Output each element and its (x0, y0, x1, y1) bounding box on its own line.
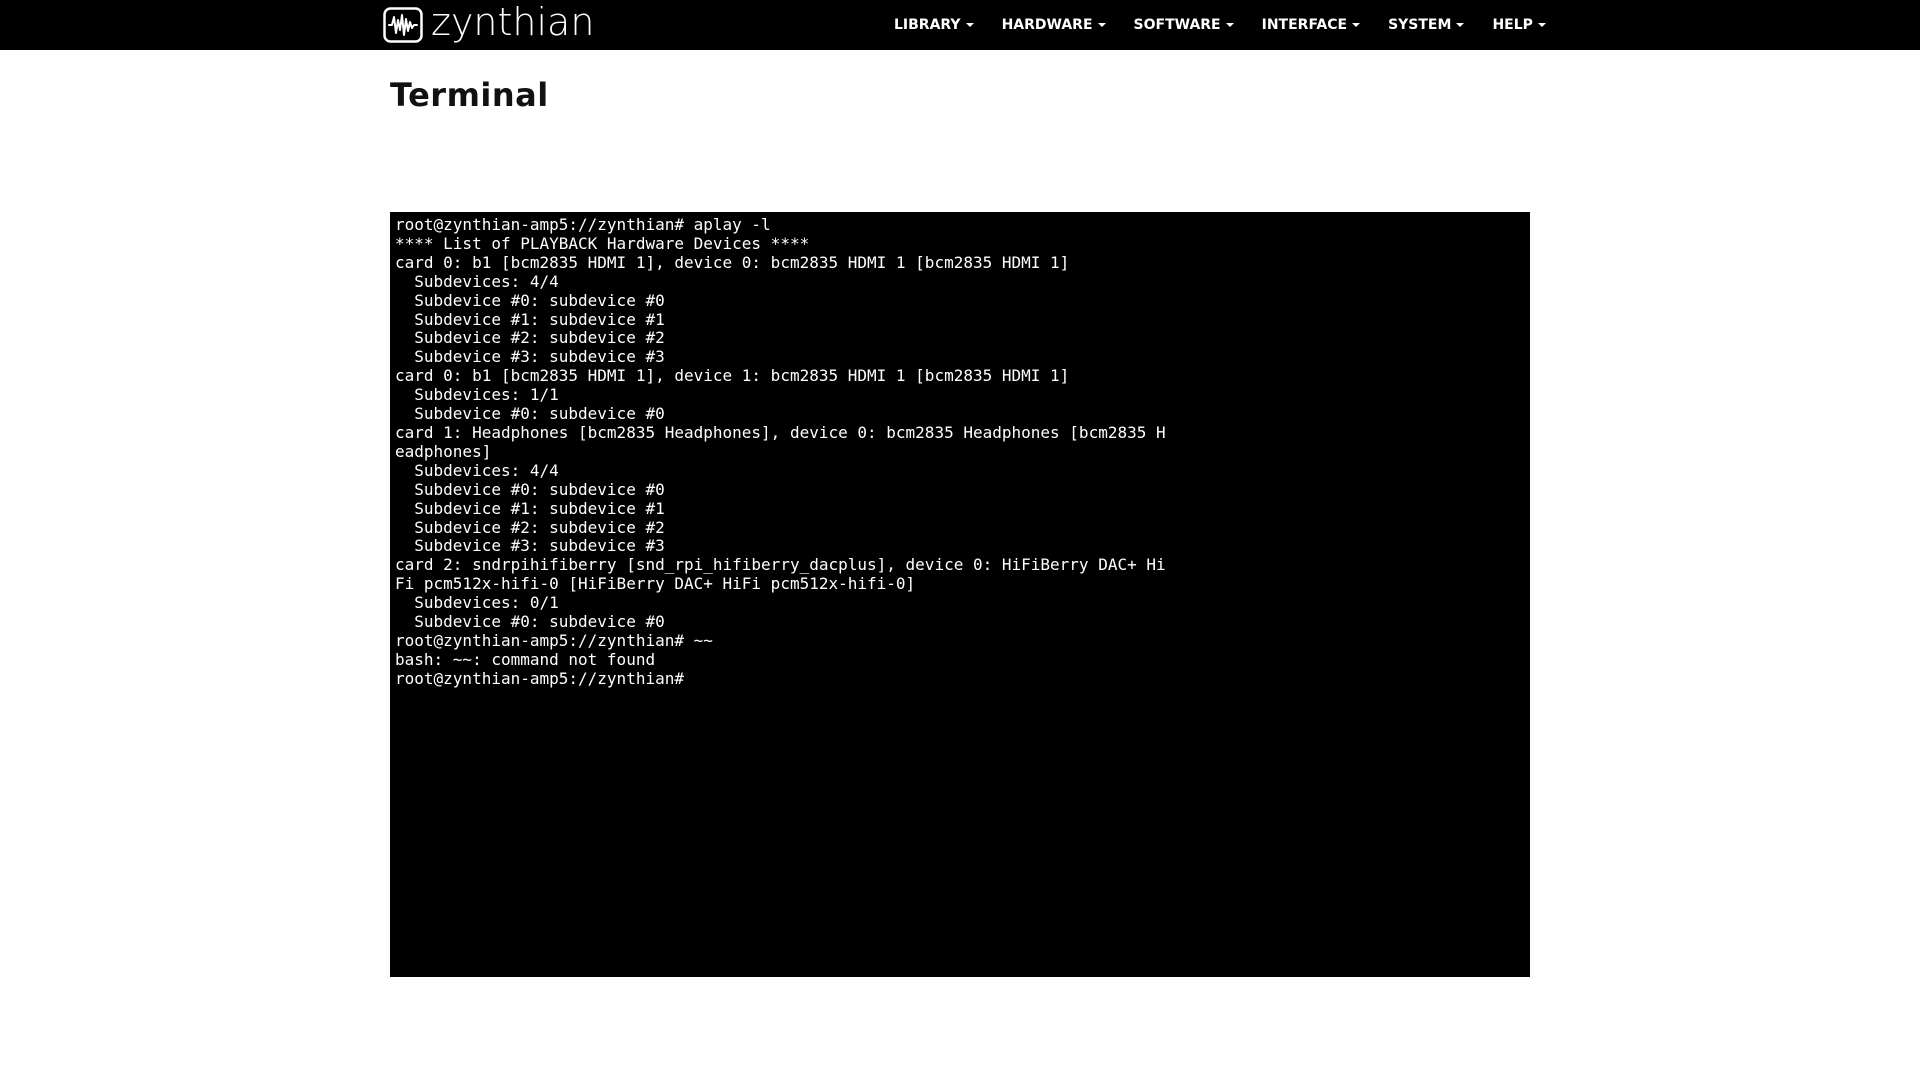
terminal-line: eadphones] (395, 441, 492, 461)
terminal-line: Subdevices: 4/4 (395, 460, 559, 480)
caret-down-icon (1352, 23, 1361, 27)
terminal-line: Subdevice #0: subdevice #0 (395, 479, 665, 499)
caret-down-icon (965, 23, 974, 27)
terminal-line: Subdevice #3: subdevice #3 (395, 347, 665, 367)
nav-item-label: SOFTWARE (1133, 17, 1221, 33)
terminal-line: card 0: b1 [bcm2835 HDMI 1], device 0: b… (395, 252, 1070, 272)
nav-item-software[interactable]: SOFTWARE (1120, 0, 1248, 50)
brand-name: zynthian (431, 0, 595, 44)
top-navbar: zynthian LIBRARY HARDWARE SOFTWARE INTER… (0, 0, 1920, 50)
terminal-line: Subdevice #0: subdevice #0 (395, 404, 665, 424)
nav-item-label: LIBRARY (894, 17, 961, 33)
terminal-line: card 0: b1 [bcm2835 HDMI 1], device 1: b… (395, 366, 1070, 386)
terminal-line: Subdevice #2: subdevice #2 (395, 517, 665, 537)
caret-down-icon (1225, 23, 1234, 27)
terminal-prompt-line[interactable]: root@zynthian-amp5://zynthian# (395, 669, 1530, 689)
terminal-line: Fi pcm512x-hifi-0 [HiFiBerry DAC+ HiFi p… (395, 574, 916, 594)
terminal-line: Subdevices: 4/4 (395, 271, 559, 291)
nav-item-label: HARDWARE (1001, 17, 1093, 33)
caret-down-icon (1456, 23, 1465, 27)
main-nav-menu: LIBRARY HARDWARE SOFTWARE INTERFACE SYST… (880, 0, 1560, 50)
nav-item-label: INTERFACE (1261, 17, 1348, 33)
terminal-line: Subdevices: 1/1 (395, 385, 559, 405)
terminal-line: Subdevice #3: subdevice #3 (395, 536, 665, 556)
nav-item-label: SYSTEM (1388, 17, 1452, 33)
terminal-line: Subdevices: 0/1 (395, 593, 559, 613)
nav-item-help[interactable]: HELP (1478, 0, 1559, 50)
terminal-line: Subdevice #0: subdevice #0 (395, 290, 665, 310)
caret-down-icon (1097, 23, 1106, 27)
caret-down-icon (1537, 23, 1546, 27)
brand-link[interactable]: zynthian (383, 0, 595, 45)
nav-item-library[interactable]: LIBRARY (880, 0, 988, 50)
terminal-line: bash: ~~: command not found (395, 649, 656, 669)
terminal-line: Subdevice #0: subdevice #0 (395, 612, 665, 632)
terminal-line: root@zynthian-amp5://zynthian# ~~ (395, 630, 713, 650)
nav-item-interface[interactable]: INTERFACE (1248, 0, 1374, 50)
terminal-window[interactable]: root@zynthian-amp5://zynthian# aplay -l *… (390, 212, 1530, 977)
terminal-line: card 1: Headphones [bcm2835 Headphones],… (395, 422, 1166, 442)
terminal-line: Subdevice #2: subdevice #2 (395, 328, 665, 348)
terminal-line: card 2: sndrpihifiberry [snd_rpi_hifiber… (395, 555, 1166, 575)
waveform-logo-icon (383, 7, 423, 43)
terminal-line: **** List of PLAYBACK Hardware Devices *… (395, 233, 810, 253)
nav-item-label: HELP (1492, 17, 1533, 33)
terminal-line: root@zynthian-amp5://zynthian# aplay -l (395, 215, 771, 234)
terminal-line: Subdevice #1: subdevice #1 (395, 309, 665, 329)
nav-item-system[interactable]: SYSTEM (1374, 0, 1478, 50)
terminal-output: root@zynthian-amp5://zynthian# aplay -l *… (390, 212, 1530, 689)
page-title: Terminal (390, 76, 549, 114)
nav-item-hardware[interactable]: HARDWARE (988, 0, 1120, 50)
terminal-line: Subdevice #1: subdevice #1 (395, 498, 665, 518)
